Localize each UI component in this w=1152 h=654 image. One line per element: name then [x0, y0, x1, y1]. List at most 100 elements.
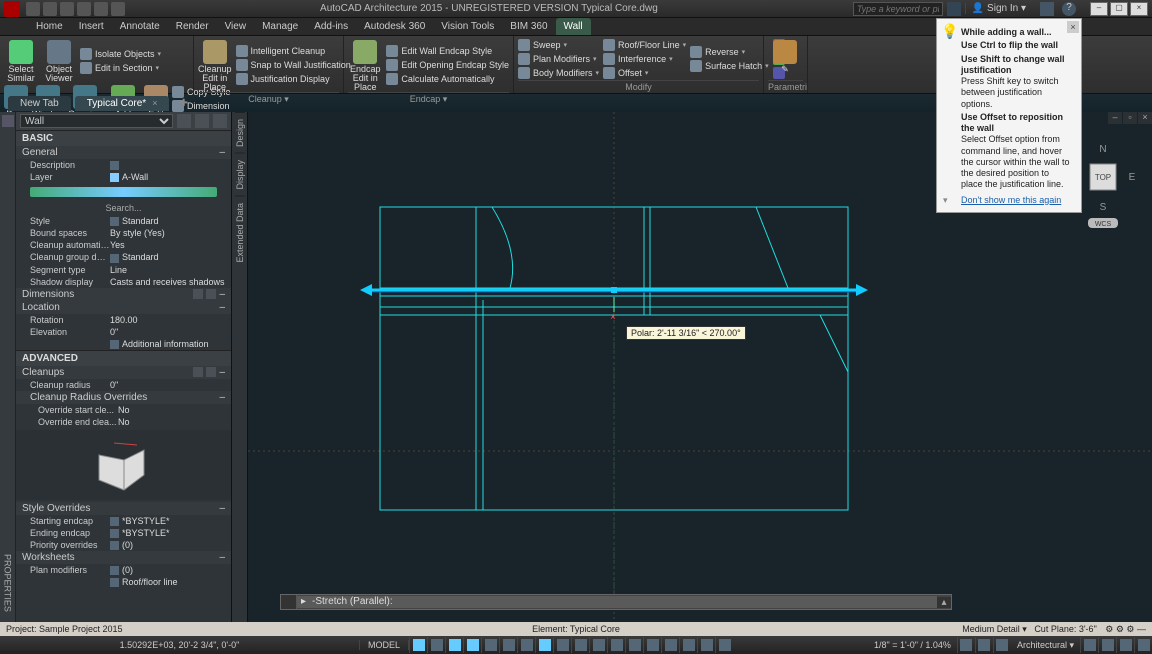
polar-toggle[interactable]: [463, 637, 481, 653]
tab-render[interactable]: Render: [168, 18, 217, 35]
close-icon[interactable]: ×: [152, 98, 157, 108]
redo-icon[interactable]: [111, 2, 125, 16]
misc-toggle-1[interactable]: [661, 637, 679, 653]
endcap-edit-button[interactable]: Endcap Edit in Place: [348, 38, 382, 92]
lwt-toggle[interactable]: [553, 637, 571, 653]
snap-toggle[interactable]: [427, 637, 445, 653]
help-search-input[interactable]: [853, 2, 943, 16]
reverse-button[interactable]: Reverse▾: [690, 45, 769, 59]
misc-toggle-4[interactable]: [715, 637, 733, 653]
interference-button[interactable]: Interference▾: [603, 52, 686, 66]
roof-floor-button[interactable]: Roof/Floor Line▾: [603, 38, 686, 52]
command-line[interactable]: ▸ -Stretch (Parallel): ▴: [280, 594, 952, 610]
edit-in-section-button[interactable]: Edit in Section▾: [80, 61, 161, 75]
prop-end-endcap[interactable]: Ending endcap*BYSTYLE*: [16, 527, 231, 539]
surface-hatch-button[interactable]: Surface Hatch▾: [690, 59, 769, 73]
status-tools[interactable]: ⚙ ⚙ ⚙ —: [1105, 624, 1146, 634]
detail-dropdown[interactable]: Medium Detail ▾: [962, 624, 1027, 634]
tab-bim360[interactable]: BIM 360: [502, 18, 555, 35]
sweep-button[interactable]: Sweep▾: [518, 38, 599, 52]
command-icon[interactable]: [281, 595, 297, 609]
snap-justification-button[interactable]: Snap to Wall Justification: [236, 58, 351, 72]
side-tab-design[interactable]: Design: [235, 112, 245, 153]
prop-shadow[interactable]: Shadow displayCasts and receives shadows: [16, 276, 231, 288]
cutplane-label[interactable]: Cut Plane: 3'-6": [1034, 624, 1096, 634]
signin-button[interactable]: 👤 Sign In ▾: [965, 3, 1032, 14]
prop-cleanup-radius[interactable]: Cleanup radius0": [16, 379, 231, 391]
save-icon[interactable]: [60, 2, 74, 16]
edit-opening-endcap-button[interactable]: Edit Opening Endcap Style: [386, 58, 509, 72]
workspace-dropdown[interactable]: Architectural ▾: [1011, 640, 1080, 651]
file-tab-new[interactable]: New Tab: [8, 96, 71, 111]
command-history-button[interactable]: ▴: [937, 597, 951, 608]
grid-toggle[interactable]: [409, 637, 427, 653]
anno-toggle-1[interactable]: [957, 637, 975, 653]
plan-modifiers-button[interactable]: Plan Modifiers▾: [518, 52, 599, 66]
calculate-auto-button[interactable]: Calculate Automatically: [386, 72, 509, 86]
ws-toggle[interactable]: [643, 637, 661, 653]
toggle-pickadd-icon[interactable]: [213, 114, 227, 128]
subcat-worksheets[interactable]: Worksheets–: [16, 551, 231, 564]
prop-start-endcap[interactable]: Starting endcap*BYSTYLE*: [16, 515, 231, 527]
side-tab-extended[interactable]: Extended Data: [235, 196, 245, 269]
file-tab-active[interactable]: Typical Core*×: [75, 96, 170, 111]
properties-tab[interactable]: PROPERTIES: [3, 550, 13, 616]
otrack-toggle[interactable]: [499, 637, 517, 653]
am-toggle[interactable]: [625, 637, 643, 653]
object-viewer-button[interactable]: Object Viewer: [42, 38, 76, 83]
select-similar-button[interactable]: Select Similar: [4, 38, 38, 83]
dyn-toggle[interactable]: [535, 637, 553, 653]
ortho-toggle[interactable]: [445, 637, 463, 653]
search-icon[interactable]: [947, 2, 961, 16]
tab-home[interactable]: Home: [28, 18, 71, 35]
clean-screen-toggle[interactable]: [1116, 637, 1134, 653]
offset-button[interactable]: Offset▾: [603, 66, 686, 80]
prop-description[interactable]: Description: [16, 159, 231, 171]
anno-scale[interactable]: 1/8" = 1'-0" / 1.04%: [868, 640, 957, 650]
customize-button[interactable]: [1134, 637, 1152, 653]
prop-bound[interactable]: Bound spacesBy style (Yes): [16, 227, 231, 239]
minimize-button[interactable]: –: [1090, 2, 1108, 16]
plot-icon[interactable]: [77, 2, 91, 16]
new-tab-button[interactable]: ✚: [173, 96, 193, 111]
undo-icon[interactable]: [94, 2, 108, 16]
subcat-cro[interactable]: Cleanup Radius Overrides–: [16, 391, 231, 404]
tab-insert[interactable]: Insert: [71, 18, 112, 35]
cleanup-edit-button[interactable]: Cleanup Edit in Place: [198, 38, 232, 92]
tab-addins[interactable]: Add-ins: [306, 18, 356, 35]
tip-dont-show-link[interactable]: Don't show me this again: [961, 195, 1061, 206]
qp-toggle[interactable]: [607, 637, 625, 653]
quick-select-icon[interactable]: [177, 114, 191, 128]
pin-icon[interactable]: [2, 115, 14, 127]
intelligent-cleanup-button[interactable]: Intelligent Cleanup: [236, 44, 351, 58]
ducs-toggle[interactable]: [517, 637, 535, 653]
hw-accel-toggle[interactable]: [1080, 637, 1098, 653]
tab-view[interactable]: View: [217, 18, 255, 35]
tab-annotate[interactable]: Annotate: [112, 18, 168, 35]
help-icon[interactable]: ?: [1062, 2, 1076, 16]
isolate-toggle[interactable]: [1098, 637, 1116, 653]
close-button[interactable]: ×: [1130, 2, 1148, 16]
app-logo[interactable]: [4, 1, 20, 17]
prop-style[interactable]: StyleStandard: [16, 215, 231, 227]
search-label[interactable]: Search...: [16, 201, 231, 215]
anno-toggle-3[interactable]: [993, 637, 1011, 653]
object-type-select[interactable]: Wall: [20, 114, 173, 128]
new-icon[interactable]: [26, 2, 40, 16]
maximize-button[interactable]: ▢: [1110, 2, 1128, 16]
prop-override-start[interactable]: Override start cle...No: [16, 404, 231, 416]
subcat-dimensions[interactable]: Dimensions–: [16, 288, 231, 301]
prop-segment-type[interactable]: Segment typeLine: [16, 264, 231, 276]
isolate-objects-button[interactable]: Isolate Objects▾: [80, 47, 161, 61]
subcat-cleanups[interactable]: Cleanups–: [16, 366, 231, 379]
prop-plan-modifiers[interactable]: Plan modifiers(0): [16, 564, 231, 576]
prop-override-end[interactable]: Override end clea...No: [16, 416, 231, 428]
transparency-toggle[interactable]: [571, 637, 589, 653]
parametric-button[interactable]: ✎: [768, 38, 802, 80]
side-tab-display[interactable]: Display: [235, 153, 245, 196]
body-modifiers-button[interactable]: Body Modifiers▾: [518, 66, 599, 80]
prop-elevation[interactable]: Elevation0": [16, 326, 231, 338]
tip-close-button[interactable]: ×: [1067, 21, 1079, 33]
tab-a360[interactable]: Autodesk 360: [356, 18, 433, 35]
prop-cleanup-group[interactable]: Cleanup group defini...Standard: [16, 251, 231, 263]
